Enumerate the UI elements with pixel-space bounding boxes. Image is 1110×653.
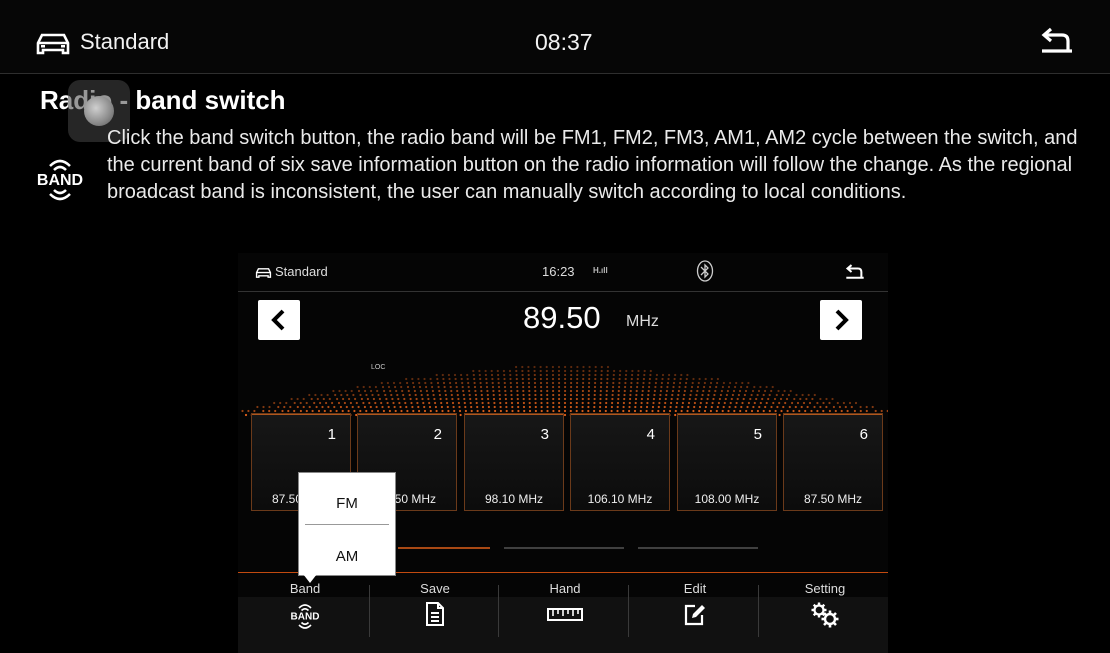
preset-frequency: 106.10 MHz (587, 492, 653, 506)
edit-label: Edit (683, 581, 707, 596)
top-bar: Standard 08:37 (0, 0, 1110, 74)
preset-button-3[interactable]: 3 98.10 MHz (464, 413, 564, 511)
setting-button[interactable]: Setting (760, 581, 888, 647)
back-icon[interactable] (1038, 26, 1076, 61)
hand-button[interactable]: Hand (500, 581, 630, 647)
edit-icon (684, 604, 705, 626)
band-option-am[interactable]: AM (299, 548, 395, 565)
car-icon (36, 31, 70, 62)
description-text: Click the band switch button, the radio … (107, 127, 1078, 203)
preset-button-4[interactable]: 4 106.10 MHz (570, 413, 670, 511)
band-button[interactable]: Band BAND (240, 581, 370, 647)
svg-text:BAND: BAND (291, 612, 320, 623)
preset-number: 2 (433, 426, 442, 443)
band-popup-menu: FM AM (298, 472, 396, 576)
band-icon: BAND (30, 153, 90, 212)
document-icon (426, 602, 444, 626)
edit-button[interactable]: Edit (630, 581, 760, 647)
band-label: Band (289, 581, 321, 596)
svg-text:BAND: BAND (37, 172, 83, 189)
preset-button-6[interactable]: 6 87.50 MHz (783, 413, 883, 511)
hand-label: Hand (549, 581, 581, 596)
preset-frequency: 98.10 MHz (484, 492, 544, 506)
bluetooth-icon (696, 260, 714, 287)
band-icon: BAND (291, 604, 320, 629)
chevron-right-icon (835, 309, 849, 331)
save-label: Save (420, 581, 450, 596)
frequency-display: 89.50 (523, 300, 601, 335)
radio-screenshot: Standard 16:23 H.ıll 89.50 MHz LOC 1 87.… (238, 253, 888, 653)
popup-pointer (303, 574, 317, 583)
mode-title: Standard (80, 29, 170, 54)
spectrum-visual (241, 365, 888, 417)
menu-divider (305, 524, 389, 525)
preset-number: 5 (753, 426, 762, 443)
preset-frequency: 108.00 MHz (694, 492, 760, 506)
preset-frequency: 87.50 MHz (803, 492, 863, 506)
preset-number: 6 (859, 426, 868, 443)
preset-number: 4 (646, 426, 655, 443)
frequency-unit: MHz (626, 313, 659, 330)
seek-forward-button[interactable] (820, 300, 862, 340)
preset-number: 3 (540, 426, 549, 443)
radio-toolbar: Band BAND Save Hand Edit Setting (238, 575, 888, 653)
radio-back-icon[interactable] (844, 263, 866, 286)
radio-clock: 16:23 (542, 264, 575, 279)
ruler-icon (547, 608, 583, 621)
seek-back-button[interactable] (258, 300, 300, 340)
radio-status-bar: Standard 16:23 H.ıll (238, 253, 888, 292)
setting-label: Setting (804, 581, 846, 596)
radio-mode-title: Standard (275, 264, 328, 279)
car-icon (255, 266, 272, 284)
preset-button-5[interactable]: 5 108.00 MHz (677, 413, 777, 511)
save-button[interactable]: Save (370, 581, 500, 647)
gears-icon (811, 602, 839, 628)
clock: 08:37 (535, 29, 593, 55)
band-option-fm[interactable]: FM (299, 495, 395, 512)
signal-icon: H.ıll (593, 266, 608, 275)
preset-number: 1 (327, 426, 336, 443)
chevron-left-icon (271, 309, 285, 331)
